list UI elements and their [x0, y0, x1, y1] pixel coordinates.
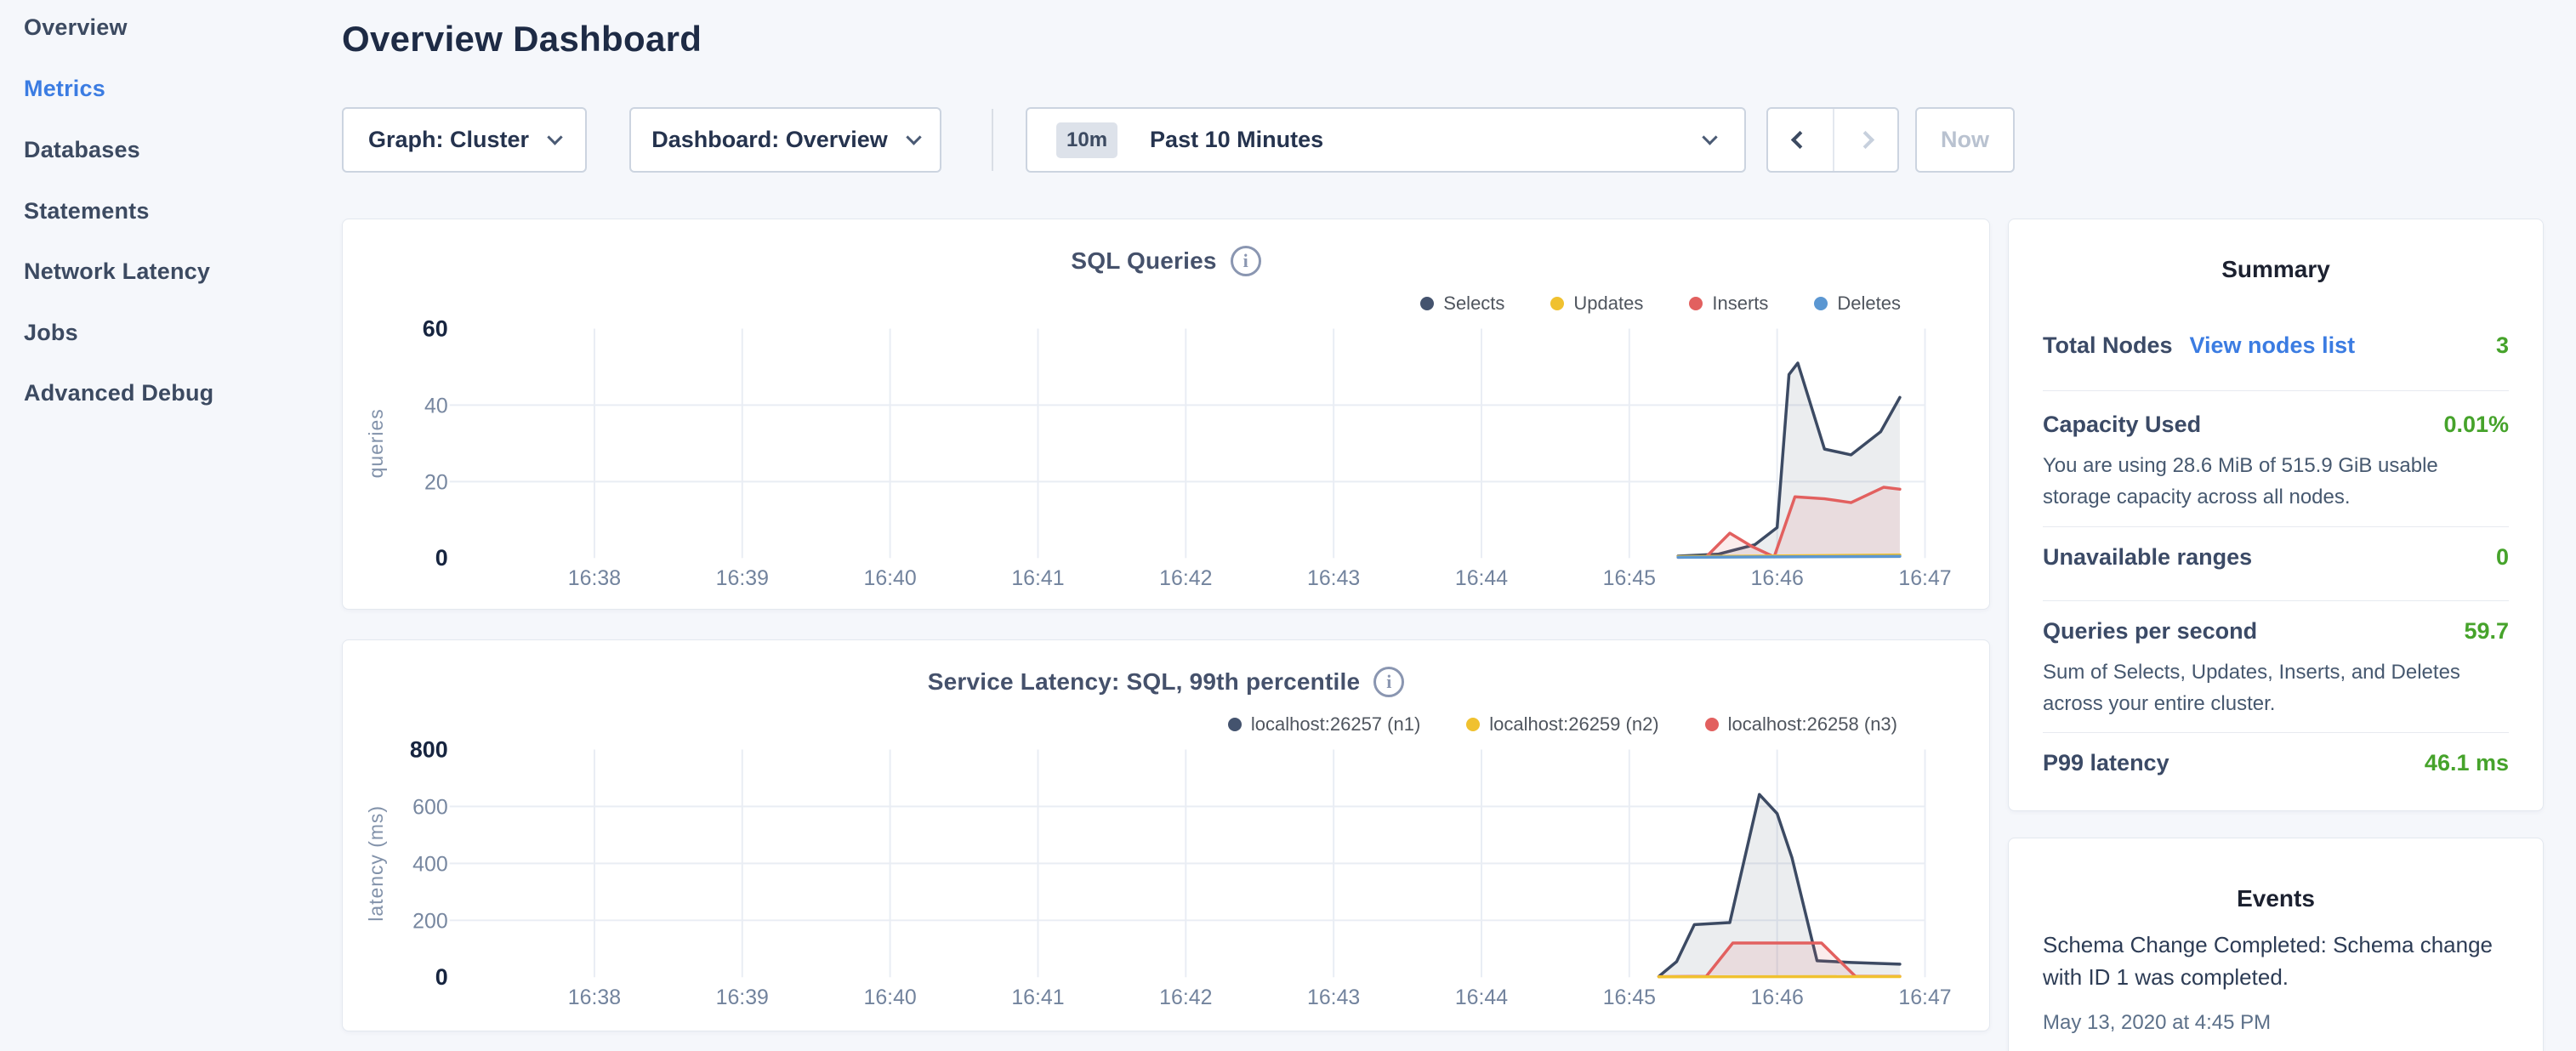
sidebar-item-statements[interactable]: Statements	[24, 198, 150, 224]
sidebar-item-metrics[interactable]: Metrics	[24, 76, 105, 102]
x-tick-label: 16:38	[568, 566, 621, 590]
y-axis-label: latency (ms)	[365, 805, 387, 922]
summary-row-capacity: Capacity Used 0.01% You are using 28.6 M…	[2043, 412, 2509, 513]
y-tick-label: 0	[435, 545, 448, 571]
chevron-down-icon	[547, 129, 562, 145]
y-tick-label: 600	[412, 795, 448, 819]
summary-row-unavailable: Unavailable ranges 0	[2043, 544, 2509, 571]
x-tick-label: 16:40	[863, 566, 916, 590]
series-line	[1678, 556, 1900, 557]
x-tick-label: 16:40	[863, 986, 916, 1009]
graph-scope-label: Graph: Cluster	[368, 127, 529, 153]
time-range-label: Past 10 Minutes	[1150, 127, 1704, 153]
x-tick-label: 16:42	[1159, 566, 1212, 590]
x-tick-label: 16:41	[1011, 986, 1064, 1009]
x-tick-label: 16:43	[1307, 566, 1360, 590]
x-tick-label: 16:44	[1455, 986, 1508, 1009]
graph-scope-dropdown[interactable]: Graph: Cluster	[342, 107, 587, 173]
capacity-value: 0.01%	[2443, 412, 2509, 438]
y-tick-label: 60	[423, 315, 448, 341]
x-tick-label: 16:38	[568, 986, 621, 1009]
divider	[2043, 732, 2509, 733]
view-nodes-list-link[interactable]: View nodes list	[2190, 332, 2356, 359]
page-title: Overview Dashboard	[342, 19, 702, 60]
event-timestamp: May 13, 2020 at 4:45 PM	[2043, 1011, 2271, 1035]
service-latency-chart-card: Service Latency: SQL, 99th percentile i …	[342, 639, 1990, 1031]
x-tick-label: 16:39	[716, 566, 769, 590]
summary-row-qps: Queries per second 59.7 Sum of Selects, …	[2043, 618, 2509, 719]
chevron-down-icon	[1702, 129, 1717, 145]
chevron-down-icon	[906, 129, 921, 145]
dashboard-dropdown[interactable]: Dashboard: Overview	[629, 107, 941, 173]
sidebar-nav: Overview Metrics Databases Statements Ne…	[0, 0, 340, 1051]
x-tick-label: 16:46	[1751, 566, 1804, 590]
qps-label: Queries per second	[2043, 618, 2257, 645]
x-tick-label: 16:42	[1159, 986, 1212, 1009]
time-step-buttons	[1766, 107, 1899, 173]
sidebar-item-jobs[interactable]: Jobs	[24, 320, 78, 346]
sql-queries-chart-card: SQL Queries i SelectsUpdatesInsertsDelet…	[342, 219, 1990, 610]
divider	[2043, 526, 2509, 527]
y-tick-label: 0	[435, 964, 448, 990]
chevron-left-icon	[1791, 131, 1809, 149]
sidebar-item-overview[interactable]: Overview	[24, 14, 128, 41]
divider	[2043, 390, 2509, 391]
summary-row-p99: P99 latency 46.1 ms	[2043, 750, 2509, 776]
sidebar-item-advanced-debug[interactable]: Advanced Debug	[24, 380, 213, 406]
sidebar-item-network-latency[interactable]: Network Latency	[24, 258, 210, 285]
qps-description: Sum of Selects, Updates, Inserts, and De…	[2043, 656, 2509, 719]
p99-latency-label: P99 latency	[2043, 750, 2169, 776]
y-tick-label: 800	[410, 736, 448, 762]
summary-title: Summary	[2009, 256, 2543, 283]
x-tick-label: 16:47	[1898, 566, 1951, 590]
now-button-label: Now	[1941, 127, 1989, 153]
capacity-description: You are using 28.6 MiB of 515.9 GiB usab…	[2043, 450, 2509, 513]
x-tick-label: 16:39	[716, 986, 769, 1009]
summary-row-total-nodes: Total Nodes View nodes list 3	[2043, 332, 2509, 359]
qps-value: 59.7	[2464, 618, 2509, 645]
y-tick-label: 400	[412, 852, 448, 876]
y-tick-label: 20	[424, 470, 448, 494]
dashboard-label: Dashboard: Overview	[651, 127, 888, 153]
events-title: Events	[2009, 885, 2543, 912]
event-item[interactable]: Schema Change Completed: Schema change w…	[2043, 929, 2512, 993]
time-step-back-button[interactable]	[1768, 109, 1833, 171]
chevron-right-icon	[1857, 131, 1874, 149]
x-tick-label: 16:46	[1751, 986, 1804, 1009]
divider	[2043, 600, 2509, 601]
unavailable-ranges-label: Unavailable ranges	[2043, 544, 2252, 571]
sidebar-item-databases[interactable]: Databases	[24, 137, 140, 163]
y-tick-label: 200	[412, 909, 448, 933]
x-tick-label: 16:44	[1455, 566, 1508, 590]
total-nodes-value: 3	[2496, 332, 2509, 359]
controls-divider	[992, 109, 993, 171]
y-tick-label: 40	[424, 394, 448, 418]
x-tick-label: 16:45	[1603, 566, 1656, 590]
x-tick-label: 16:45	[1603, 986, 1656, 1009]
x-tick-label: 16:41	[1011, 566, 1064, 590]
p99-latency-value: 46.1 ms	[2425, 750, 2509, 776]
time-step-forward-button[interactable]	[1833, 109, 1897, 171]
y-axis-label: queries	[365, 408, 387, 478]
x-tick-label: 16:43	[1307, 986, 1360, 1009]
unavailable-ranges-value: 0	[2496, 544, 2509, 571]
summary-panel: Summary Total Nodes View nodes list 3 Ca…	[2008, 219, 2544, 811]
service-latency-plot: 0 200 400 600 800 16:38 16:39 16:40 16:41 16:42 16…	[343, 640, 1989, 1031]
time-range-dropdown[interactable]: 10m Past 10 Minutes	[1026, 107, 1746, 173]
total-nodes-label: Total Nodes	[2043, 332, 2173, 359]
events-panel: Events Schema Change Completed: Schema c…	[2008, 838, 2544, 1051]
now-button[interactable]: Now	[1915, 107, 2015, 173]
x-tick-label: 16:47	[1898, 986, 1951, 1009]
sql-queries-plot: 0 20 40 60 16:38 16:39 16:40 16:41 16:42 16:43 16:…	[343, 219, 1989, 609]
time-range-chip: 10m	[1056, 122, 1117, 158]
capacity-label: Capacity Used	[2043, 412, 2201, 438]
